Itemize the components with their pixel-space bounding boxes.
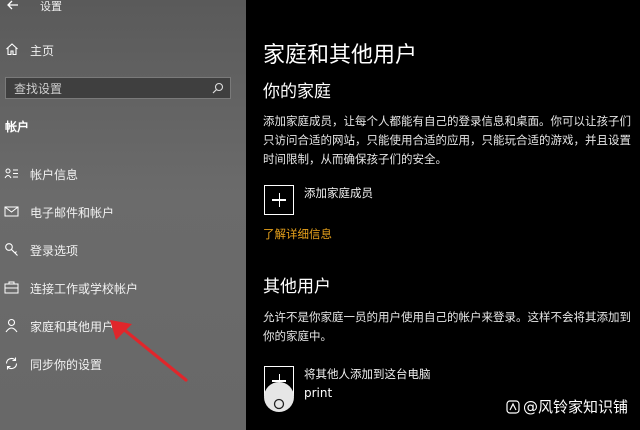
section-heading: 帐户 (5, 120, 30, 134)
add-other-user-label[interactable]: 将其他人添加到这台电脑 (304, 366, 431, 382)
sidebar-item-label: 电子邮件和帐户 (30, 206, 115, 220)
briefcase-icon (4, 281, 19, 294)
user-avatar-icon (273, 398, 285, 410)
mail-icon (4, 206, 19, 217)
home-icon (6, 43, 18, 56)
search-input[interactable] (12, 80, 206, 98)
search-box[interactable] (5, 77, 231, 99)
home-label: 主页 (30, 44, 55, 58)
other-users-heading: 其他用户 (263, 277, 331, 297)
avatar[interactable] (264, 382, 294, 412)
sidebar: 设置 主页 帐户 帐户信息 电子邮件和帐户 (0, 0, 246, 430)
sync-icon (5, 357, 18, 370)
page-title: 家庭和其他用户 (263, 43, 418, 68)
other-users-description: 允许不是你家庭一员的用户使用自己的帐户来登录。这样不会将其添加到你的家庭中。 (263, 310, 631, 343)
user-name[interactable]: print (304, 386, 332, 400)
red-pointer-arrow (110, 320, 188, 382)
sidebar-item-work-school[interactable]: 连接工作或学校帐户 (0, 276, 246, 300)
add-family-member-label[interactable]: 添加家庭成员 (304, 185, 373, 201)
sidebar-item-email[interactable]: 电子邮件和帐户 (0, 200, 246, 224)
family-description: 添加家庭成员，让每个人都能有自己的登录信息和桌面。你可以让孩子们只访问合适的网站… (263, 114, 631, 166)
search-icon[interactable] (212, 82, 224, 94)
sidebar-item-label: 帐户信息 (30, 168, 79, 182)
sidebar-item-label: 同步你的设置 (30, 358, 103, 372)
key-icon (5, 243, 18, 256)
person-icon (5, 318, 18, 333)
sidebar-item-sign-in-options[interactable]: 登录选项 (0, 238, 246, 262)
sidebar-item-account-info[interactable]: 帐户信息 (0, 162, 246, 186)
family-heading: 你的家庭 (263, 82, 331, 102)
window-title: 设置 (40, 0, 62, 13)
account-info-icon (4, 168, 18, 179)
sidebar-item-label: 登录选项 (30, 244, 79, 258)
back-arrow-icon[interactable] (6, 0, 20, 12)
sidebar-item-label: 连接工作或学校帐户 (30, 282, 139, 296)
title-bar: 设置 (0, 0, 246, 13)
home-nav-item[interactable]: 主页 (0, 40, 246, 60)
watermark-text: @风铃家知识铺 (523, 398, 629, 416)
watermark: @风铃家知识铺 (506, 396, 628, 417)
learn-more-link[interactable]: 了解详细信息 (263, 226, 332, 242)
main-panel: 家庭和其他用户 你的家庭 添加家庭成员，让每个人都能有自己的登录信息和桌面。你可… (246, 0, 640, 430)
watermark-logo-icon (506, 400, 520, 414)
add-family-member-button[interactable] (264, 185, 294, 215)
sidebar-item-label: 家庭和其他用户 (30, 320, 115, 334)
